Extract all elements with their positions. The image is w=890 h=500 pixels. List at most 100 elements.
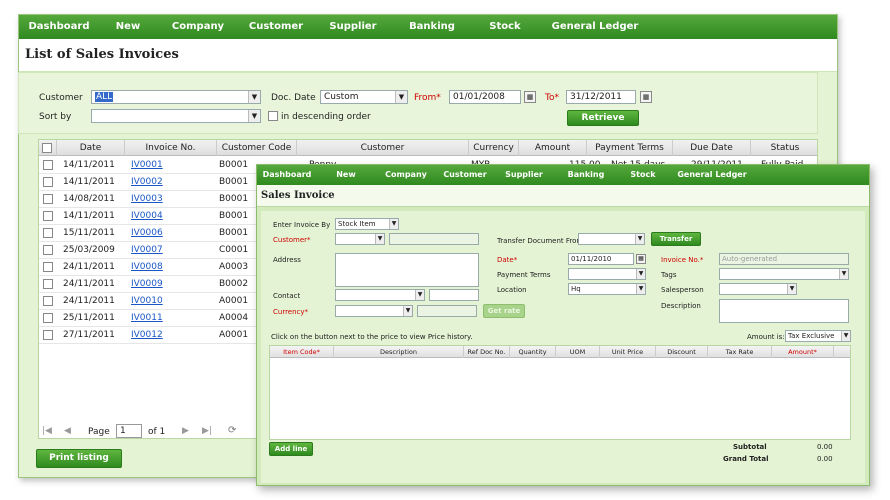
customer-select[interactable]: ▼ — [335, 233, 385, 245]
next-page-icon[interactable]: ▶ — [182, 426, 189, 436]
add-line-button[interactable]: Add line — [269, 442, 313, 456]
invoice-link[interactable]: IV0008 — [131, 259, 163, 276]
last-page-icon[interactable]: ▶| — [202, 426, 212, 436]
sort-by-label: Sort by — [39, 112, 72, 122]
tags-select[interactable]: ▼ — [719, 268, 849, 280]
nav-company[interactable]: Company — [157, 15, 239, 39]
row-date: 15/11/2011 — [63, 228, 115, 238]
customer-filter-label: Customer — [39, 93, 83, 103]
nav-new[interactable]: New — [317, 165, 375, 185]
invoice-link[interactable]: IV0010 — [131, 293, 163, 310]
main-nav-bar: Dashboard New Company Customer Supplier … — [257, 165, 869, 185]
description-textarea[interactable] — [719, 299, 849, 323]
prev-page-icon[interactable]: ◀ — [64, 426, 71, 436]
nav-new[interactable]: New — [99, 15, 157, 39]
col-status[interactable]: Status — [751, 140, 819, 156]
col-currency[interactable]: Currency — [469, 140, 519, 156]
nav-company[interactable]: Company — [375, 165, 437, 185]
print-listing-button[interactable]: Print listing — [36, 449, 122, 468]
refresh-icon[interactable]: ⟳ — [228, 425, 236, 436]
chevron-down-icon: ▼ — [248, 91, 260, 103]
row-checkbox[interactable] — [43, 211, 53, 221]
col-payment-terms[interactable]: Payment Terms — [587, 140, 673, 156]
nav-dashboard[interactable]: Dashboard — [257, 165, 317, 185]
calendar-icon[interactable]: ▦ — [524, 91, 536, 103]
exchange-rate-field — [417, 305, 477, 317]
invoice-link[interactable]: IV0004 — [131, 208, 163, 225]
row-checkbox[interactable] — [43, 313, 53, 323]
contact-select[interactable]: ▼ — [335, 289, 425, 301]
contact-name-field[interactable] — [429, 289, 479, 301]
col-due-date[interactable]: Due Date — [673, 140, 751, 156]
page-number-input[interactable]: 1 — [116, 424, 142, 438]
row-checkbox[interactable] — [43, 245, 53, 255]
nav-supplier[interactable]: Supplier — [493, 165, 555, 185]
customer-filter-select[interactable]: ALL ▼ — [91, 90, 261, 104]
amount-is-select[interactable]: Tax Exclusive ▼ — [785, 330, 851, 342]
page-title: List of Sales Invoices — [19, 39, 837, 72]
address-label: Address — [273, 256, 301, 264]
row-checkbox[interactable] — [43, 279, 53, 289]
invoice-link[interactable]: IV0012 — [131, 327, 163, 344]
from-date-input[interactable]: 01/01/2008 — [449, 90, 521, 104]
to-date-input[interactable]: 31/12/2011 — [566, 90, 636, 104]
retrieve-button[interactable]: Retrieve — [567, 110, 639, 126]
invoice-link[interactable]: IV0011 — [131, 310, 163, 327]
sort-by-select[interactable]: ▼ — [91, 109, 261, 123]
payment-terms-select[interactable]: ▼ — [568, 268, 646, 280]
invoice-link[interactable]: IV0009 — [131, 276, 163, 293]
row-customer-code: A0001 — [219, 330, 249, 340]
doc-date-label: Doc. Date — [271, 93, 316, 103]
transfer-from-select[interactable]: ▼ — [578, 233, 645, 245]
col-date[interactable]: Date — [57, 140, 125, 156]
from-date-label: From* — [414, 93, 441, 103]
col-amount[interactable]: Amount — [519, 140, 587, 156]
invoice-link[interactable]: IV0006 — [131, 225, 163, 242]
invoice-link[interactable]: IV0001 — [131, 157, 163, 174]
grand-total-value: 0.00 — [817, 455, 833, 463]
nav-customer[interactable]: Customer — [239, 15, 313, 39]
row-checkbox[interactable] — [43, 262, 53, 272]
invoice-link[interactable]: IV0003 — [131, 191, 163, 208]
calendar-icon[interactable]: ▦ — [636, 254, 646, 264]
row-checkbox[interactable] — [43, 330, 53, 340]
first-page-icon[interactable]: |◀ — [42, 426, 52, 436]
nav-dashboard[interactable]: Dashboard — [19, 15, 99, 39]
customer-name-field — [389, 233, 479, 245]
date-input[interactable]: 01/11/2010 — [568, 253, 634, 265]
row-checkbox[interactable] — [43, 194, 53, 204]
doc-date-select[interactable]: Custom ▼ — [320, 90, 408, 104]
nav-supplier[interactable]: Supplier — [313, 15, 393, 39]
descending-checkbox[interactable] — [268, 111, 278, 121]
row-checkbox[interactable] — [43, 228, 53, 238]
get-rate-button[interactable]: Get rate — [483, 304, 525, 318]
nav-stock[interactable]: Stock — [617, 165, 669, 185]
col-invoice-no[interactable]: Invoice No. — [125, 140, 217, 156]
select-all-checkbox[interactable] — [42, 143, 52, 153]
row-checkbox[interactable] — [43, 177, 53, 187]
col-customer-code[interactable]: Customer Code — [217, 140, 297, 156]
salesperson-select[interactable]: ▼ — [719, 283, 797, 295]
location-select[interactable]: Hq ▼ — [568, 283, 646, 295]
invoice-link[interactable]: IV0007 — [131, 242, 163, 259]
row-customer-code: C0001 — [219, 245, 249, 255]
address-textarea[interactable] — [335, 253, 479, 287]
row-checkbox[interactable] — [43, 160, 53, 170]
invoice-link[interactable]: IV0002 — [131, 174, 163, 191]
nav-banking[interactable]: Banking — [393, 15, 471, 39]
col-customer[interactable]: Customer — [297, 140, 469, 156]
nav-general-ledger[interactable]: General Ledger — [669, 165, 755, 185]
currency-label: Currency* — [273, 308, 309, 316]
nav-general-ledger[interactable]: General Ledger — [539, 15, 651, 39]
nav-customer[interactable]: Customer — [437, 165, 493, 185]
nav-banking[interactable]: Banking — [555, 165, 617, 185]
row-checkbox[interactable] — [43, 296, 53, 306]
row-date: 24/11/2011 — [63, 279, 115, 289]
calendar-icon[interactable]: ▦ — [640, 91, 652, 103]
currency-select[interactable]: ▼ — [335, 305, 413, 317]
transfer-button[interactable]: Transfer — [651, 232, 701, 246]
nav-stock[interactable]: Stock — [471, 15, 539, 39]
enter-by-select[interactable]: Stock Item ▼ — [335, 218, 399, 230]
pager: |◀ ◀ Page 1 of 1 ▶ ▶| ⟳ — [38, 424, 258, 440]
row-customer-code: B0001 — [219, 160, 249, 170]
